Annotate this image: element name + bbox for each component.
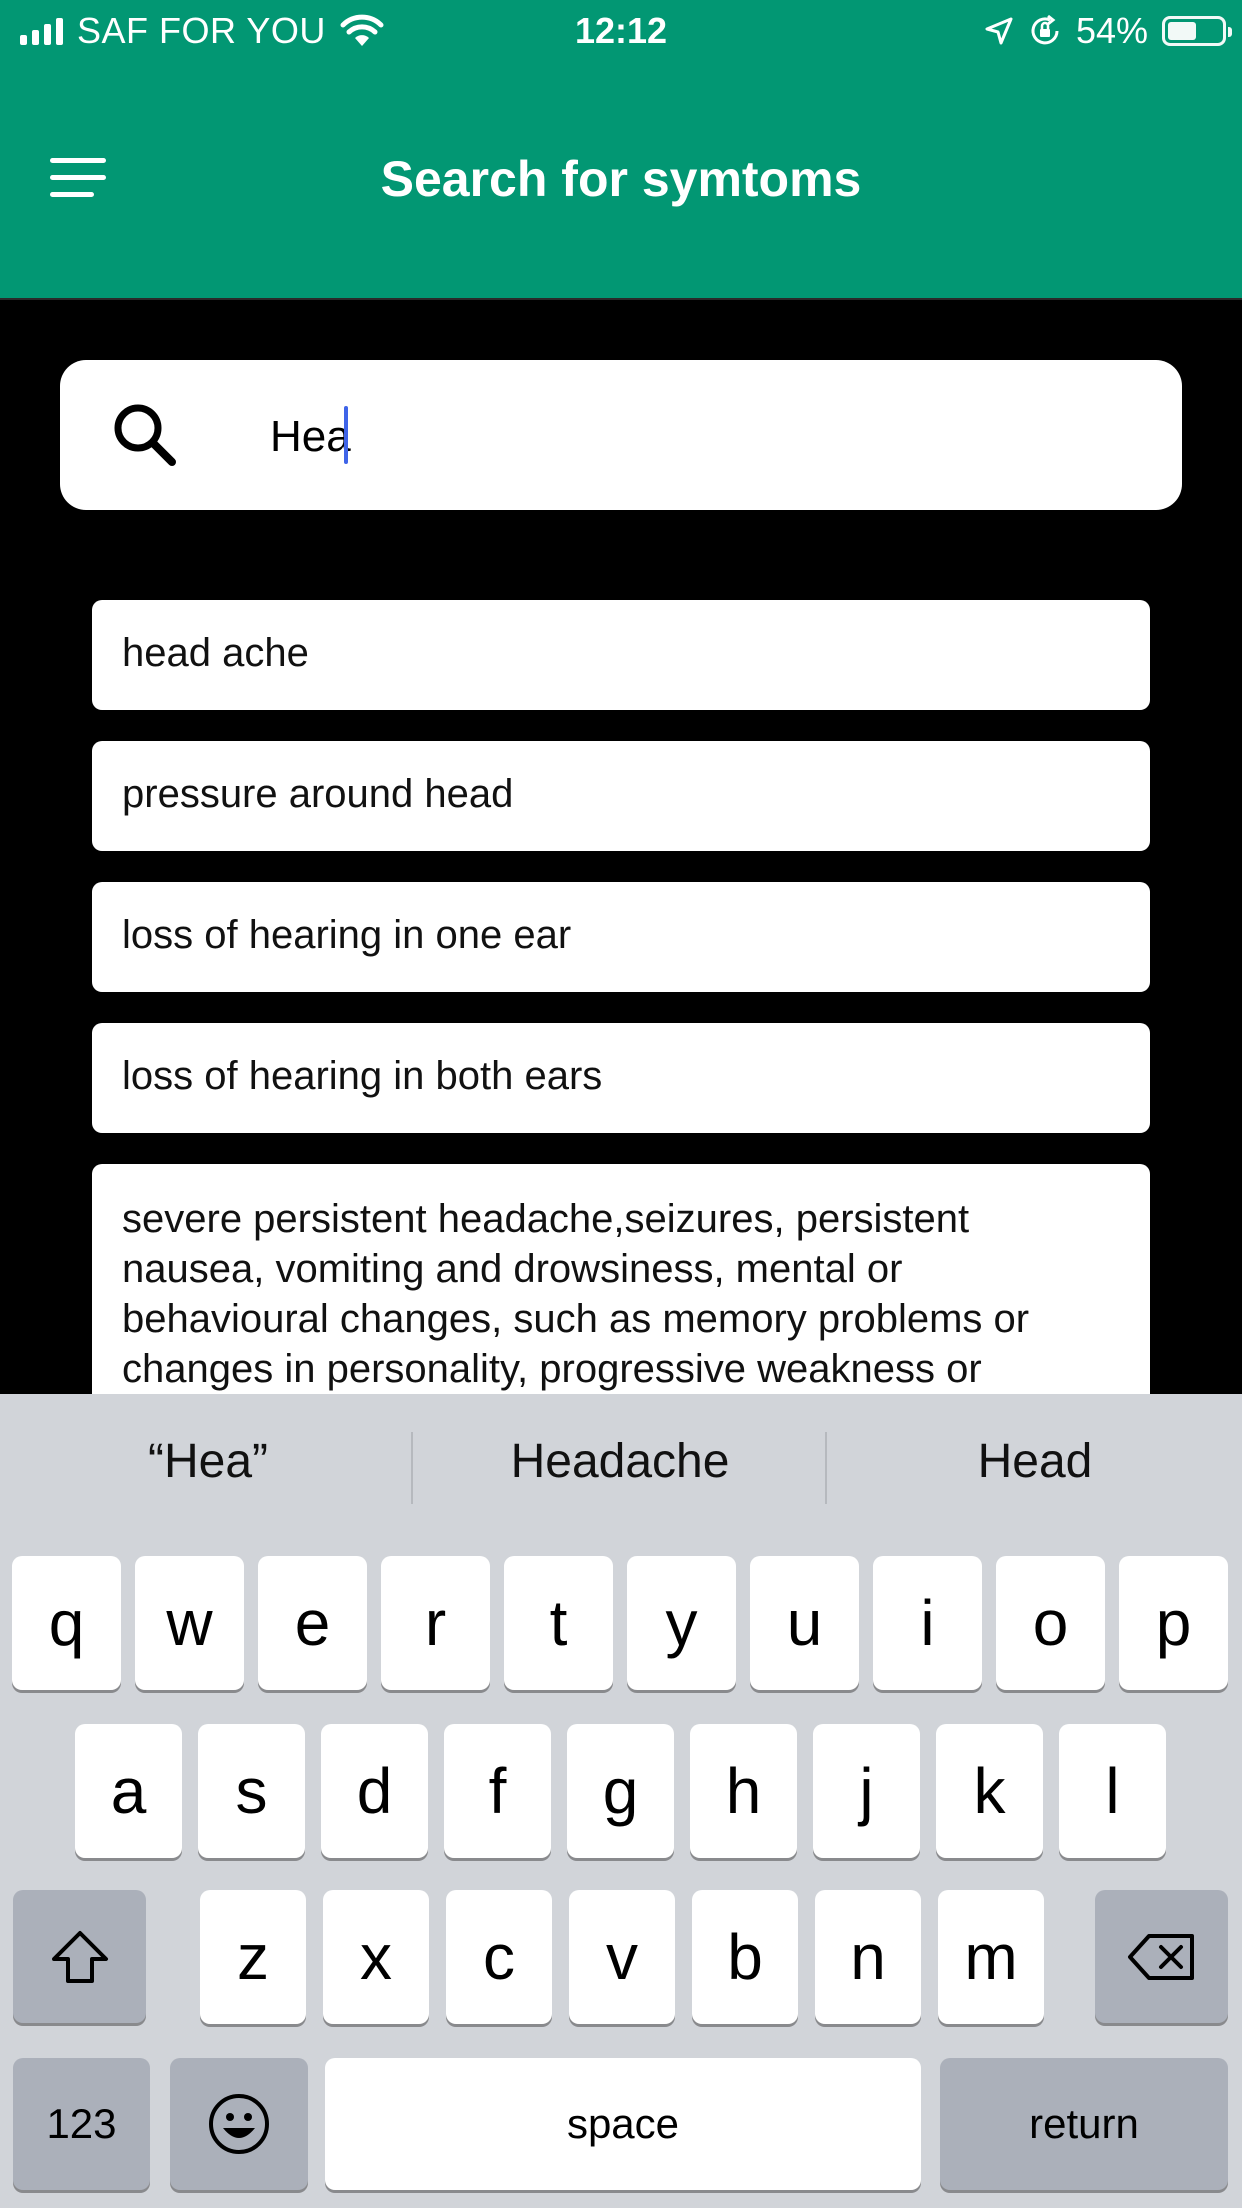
key-w[interactable]: w <box>135 1556 244 1690</box>
key-v[interactable]: v <box>569 1890 675 2024</box>
emoji-icon <box>209 2094 269 2154</box>
status-bar: SAF FOR YOU 12:12 54% <box>0 0 1242 64</box>
space-key[interactable]: space <box>325 2058 921 2190</box>
key-i[interactable]: i <box>873 1556 982 1690</box>
key-n[interactable]: n <box>815 1890 921 2024</box>
screen: SAF FOR YOU 12:12 54% Search for symtoms… <box>0 0 1242 2208</box>
key-f[interactable]: f <box>444 1724 551 1858</box>
suggestion-bar: “Hea” Headache Head <box>0 1394 1242 1544</box>
battery-percent: 54% <box>1075 10 1148 51</box>
suggestion-headache[interactable]: Headache <box>460 1434 780 1489</box>
key-u[interactable]: u <box>750 1556 859 1690</box>
result-item[interactable]: loss of hearing in one ear <box>92 882 1150 992</box>
key-p[interactable]: p <box>1119 1556 1228 1690</box>
shift-icon <box>51 1930 108 1983</box>
result-item[interactable]: loss of hearing in both ears <box>92 1023 1150 1133</box>
rotation-lock-icon <box>1031 14 1059 45</box>
key-l[interactable]: l <box>1059 1724 1166 1858</box>
key-d[interactable]: d <box>321 1724 428 1858</box>
key-k[interactable]: k <box>936 1724 1043 1858</box>
key-t[interactable]: t <box>504 1556 613 1690</box>
search-icon <box>114 404 176 466</box>
key-c[interactable]: c <box>446 1890 552 2024</box>
key-b[interactable]: b <box>692 1890 798 2024</box>
key-e[interactable]: e <box>258 1556 367 1690</box>
suggestion-head[interactable]: Head <box>875 1434 1195 1489</box>
key-j[interactable]: j <box>813 1724 920 1858</box>
delete-key[interactable] <box>1095 1890 1228 2023</box>
key-y[interactable]: y <box>627 1556 736 1690</box>
suggestion-divider <box>825 1432 827 1504</box>
key-o[interactable]: o <box>996 1556 1105 1690</box>
keyboard: “Hea” Headache Head qwertyuiop asdfghjkl z… <box>0 1394 1242 2208</box>
battery-icon <box>1162 16 1232 46</box>
key-z[interactable]: z <box>200 1890 306 2024</box>
search-input[interactable]: Hea <box>270 412 351 462</box>
app-header: SAF FOR YOU 12:12 54% Search for symtoms <box>0 0 1242 300</box>
result-item[interactable]: head ache <box>92 600 1150 710</box>
key-r[interactable]: r <box>381 1556 490 1690</box>
key-x[interactable]: x <box>323 1890 429 2024</box>
key-h[interactable]: h <box>690 1724 797 1858</box>
location-icon <box>985 17 1013 45</box>
numbers-key[interactable]: 123 <box>13 2058 150 2190</box>
result-item[interactable]: pressure around head <box>92 741 1150 851</box>
page-title: Search for symtoms <box>380 151 862 207</box>
suggestion-divider <box>411 1432 413 1504</box>
key-s[interactable]: s <box>198 1724 305 1858</box>
backspace-icon <box>1127 1933 1194 1980</box>
search-bar[interactable]: Hea <box>60 360 1182 510</box>
key-m[interactable]: m <box>938 1890 1044 2024</box>
emoji-key[interactable] <box>170 2058 308 2190</box>
key-q[interactable]: q <box>12 1556 121 1690</box>
return-key[interactable]: return <box>940 2058 1228 2190</box>
suggestion-typed[interactable]: “Hea” <box>48 1434 368 1489</box>
key-g[interactable]: g <box>567 1724 674 1858</box>
text-caret <box>344 406 348 464</box>
key-a[interactable]: a <box>75 1724 182 1858</box>
shift-key[interactable] <box>13 1890 146 2023</box>
